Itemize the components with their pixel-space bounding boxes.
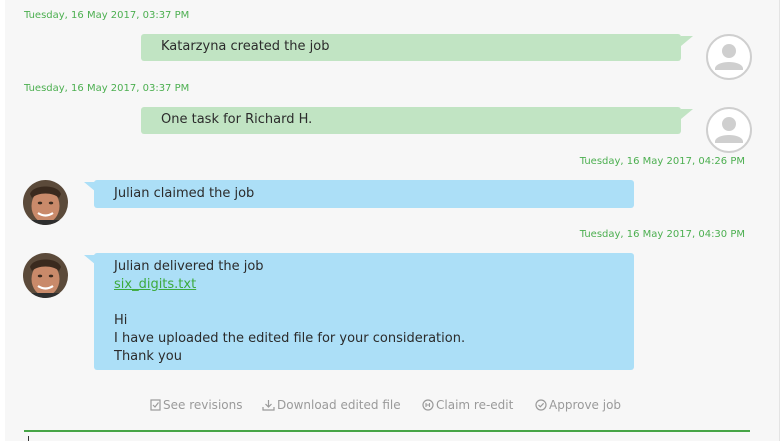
message-text: Julian delivered the job — [114, 259, 264, 274]
message-body-line: I have uploaded the edited file for your… — [114, 331, 466, 346]
checklist-icon — [150, 399, 161, 411]
attachment-link[interactable]: six_digits.txt — [114, 276, 634, 294]
claim-reedit-button[interactable]: Claim re-edit — [422, 398, 513, 412]
claim-reedit-label: Claim re-edit — [436, 398, 514, 412]
see-revisions-button[interactable]: See revisions — [150, 398, 242, 412]
message-body-line: Thank you — [114, 349, 182, 364]
message-text: Katarzyna created the job — [161, 39, 330, 54]
system-message-bubble: One task for Richard H. — [141, 107, 681, 134]
message-thread-panel — [5, 0, 780, 441]
message-timestamp: Tuesday, 16 May 2017, 04:30 PM — [579, 229, 745, 240]
default-user-avatar-icon — [706, 34, 752, 80]
claim-icon — [422, 399, 434, 411]
divider — [24, 430, 750, 432]
message-body-line: Hi — [114, 313, 128, 328]
download-icon — [262, 400, 275, 411]
approve-job-label: Approve job — [549, 398, 622, 412]
approve-job-button[interactable]: Approve job — [535, 398, 621, 412]
message-timestamp: Tuesday, 16 May 2017, 04:26 PM — [579, 156, 745, 167]
bubble-tail — [681, 109, 693, 119]
julian-avatar — [23, 253, 68, 298]
check-circle-icon — [535, 399, 547, 411]
default-user-avatar-icon — [706, 107, 752, 153]
see-revisions-label: See revisions — [163, 398, 243, 412]
julian-avatar — [23, 180, 68, 225]
message-text: One task for Richard H. — [161, 112, 313, 127]
bubble-tail — [681, 36, 693, 46]
text-cursor — [28, 436, 29, 441]
user-message-bubble: Julian claimed the job — [94, 180, 634, 208]
download-edited-file-label: Download edited file — [277, 398, 401, 412]
user-message-bubble: Julian delivered the job six_digits.txt … — [94, 253, 634, 370]
message-timestamp: Tuesday, 16 May 2017, 03:37 PM — [24, 83, 190, 94]
download-edited-file-button[interactable]: Download edited file — [262, 398, 401, 412]
message-timestamp: Tuesday, 16 May 2017, 03:37 PM — [24, 10, 190, 21]
system-message-bubble: Katarzyna created the job — [141, 34, 681, 61]
message-text: Julian claimed the job — [114, 186, 255, 201]
